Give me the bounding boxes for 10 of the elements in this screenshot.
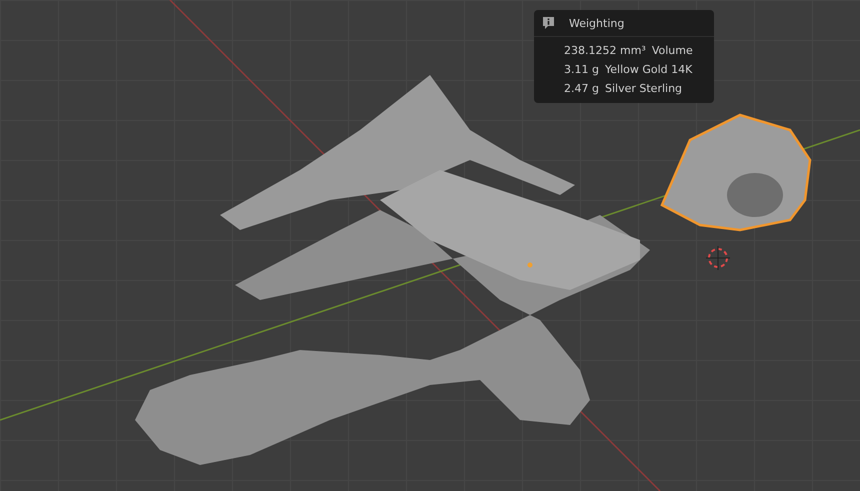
weight-amount: 2.47 g (564, 82, 599, 95)
material-name: Volume (652, 44, 693, 57)
material-name: Yellow Gold 14K (604, 63, 692, 76)
material-name: Silver Sterling (604, 82, 682, 95)
info-icon (542, 16, 555, 30)
cursor-icon (706, 246, 730, 270)
weight-amount: 3.11 g (564, 63, 599, 76)
panel-title: Weighting (569, 16, 624, 30)
weight-amount: 238.1252 mm³ (564, 44, 646, 57)
origin-dot (528, 262, 532, 268)
